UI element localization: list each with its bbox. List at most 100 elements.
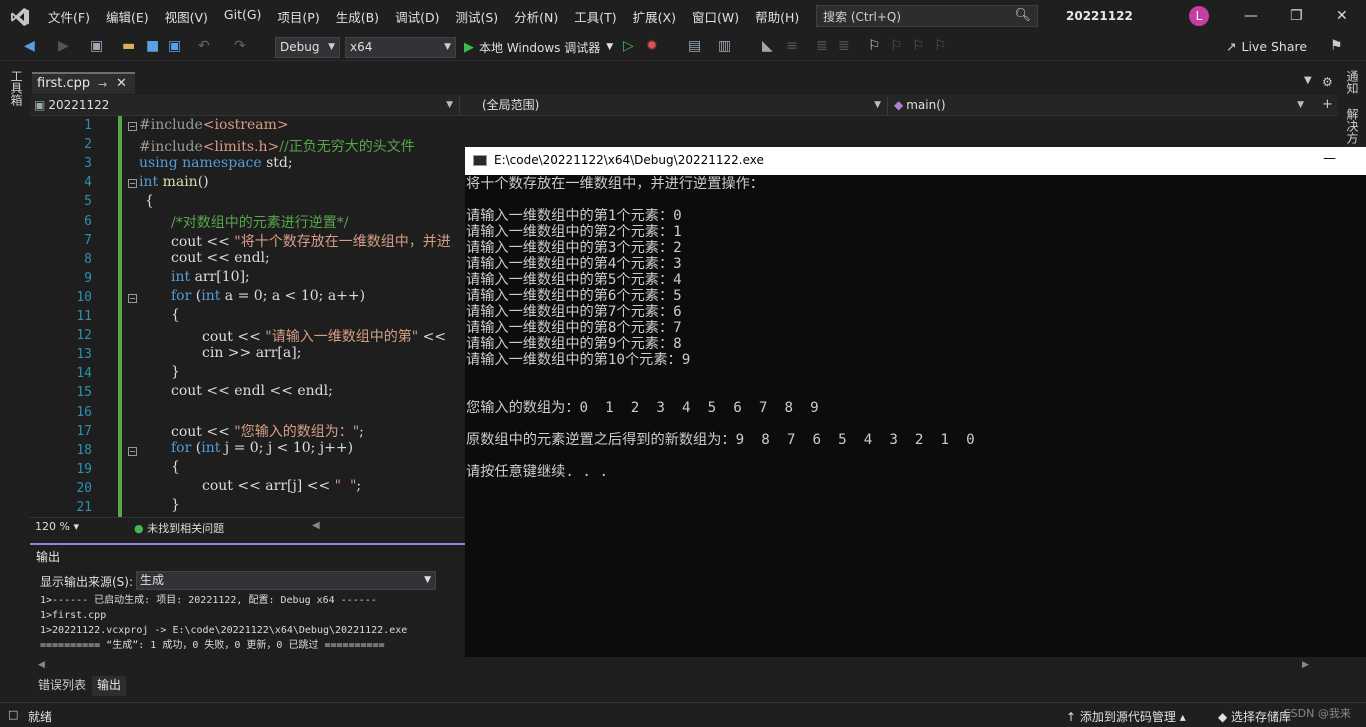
chevron-down-icon: ▼ (1297, 100, 1304, 110)
save-icon[interactable]: ■ (146, 38, 159, 54)
output-source-dropdown[interactable]: 生成 ▼ (136, 571, 436, 590)
maximize-icon[interactable]: ❐ (1290, 8, 1303, 24)
menu-item[interactable]: 生成(B) (328, 7, 387, 26)
toolbox-tab[interactable]: 工具箱 (8, 70, 25, 106)
line-number: 17 (76, 423, 92, 439)
console-line: 请输入一维数组中的第2个元素：1 (466, 224, 682, 240)
select-element-icon[interactable]: ◣ (762, 38, 773, 54)
output-source-value: 生成 (140, 573, 165, 587)
start-without-debugging-icon[interactable]: ▷ (623, 38, 634, 54)
code-text[interactable]: #include<iostream> #include<limits.h>//正… (139, 116, 451, 513)
menu-items: 文件(F) 编辑(E) 视图(V) Git(G) 项目(P) 生成(B) 调试(D) 测试(S… (40, 7, 807, 26)
line-number: 20 (76, 480, 92, 496)
pin-icon[interactable]: → (98, 75, 107, 94)
line-number: 12 (76, 328, 92, 344)
redo-icon[interactable]: ↷ (234, 38, 246, 54)
project-dropdown[interactable]: ▣ 20221122 ▼ (30, 95, 460, 115)
menu-item[interactable]: 工具(T) (566, 7, 624, 26)
issues-indicator[interactable]: ● 未找到相关问题 (134, 520, 224, 536)
uncomment-icon[interactable]: ≣ (838, 38, 850, 54)
solution-explorer-tab[interactable]: 解决方 (1344, 108, 1361, 144)
platform-dropdown[interactable]: x64 ▼ (345, 37, 456, 58)
tab-error-list[interactable]: 错误列表 (33, 676, 91, 696)
start-debugging-button[interactable]: ▶ 本地 Windows 调试器 ▼ (464, 37, 613, 57)
comment-icon[interactable]: ≣ (816, 38, 828, 54)
new-project-icon[interactable]: ▣ (90, 38, 103, 54)
forward-icon[interactable]: ▶ (58, 38, 69, 54)
feedback-icon[interactable]: ⚑ (1330, 38, 1343, 54)
gear-icon[interactable]: ⚙ (1322, 75, 1333, 89)
menu-item[interactable]: 测试(S) (447, 7, 506, 26)
account-avatar[interactable]: L (1189, 6, 1209, 26)
console-line: 请输入一维数组中的第3个元素：2 (466, 240, 682, 256)
tab-output[interactable]: 输出 (92, 676, 127, 696)
fold-toggle-icon[interactable]: − (128, 179, 137, 188)
output-title: 输出 (36, 550, 61, 564)
menu-item[interactable]: Git(G) (216, 7, 270, 26)
console-title-bar[interactable]: E:\code\20221122\x64\Debug\20221122.exe … (465, 147, 1366, 175)
next-bookmark-icon[interactable]: ⚐ (912, 38, 925, 54)
scope-dropdown[interactable]: (全局范围) ▼ (478, 95, 888, 115)
scroll-right-icon[interactable]: ▶ (1302, 660, 1309, 670)
scroll-left-icon[interactable]: ◀ (312, 520, 320, 531)
output-line: 1>first.cpp (40, 610, 107, 621)
console-output[interactable]: 将十个数存放在一维数组中，并进行逆置操作： 请输入一维数组中的第1个元素：0 请输入… (465, 175, 1366, 657)
menu-item[interactable]: 分析(N) (506, 7, 566, 26)
code-line: { (145, 193, 154, 209)
line-number: 10 (76, 289, 92, 305)
add-to-source-control-button[interactable]: ↑ 添加到源代码管理 ▴ (1066, 708, 1186, 725)
menu-item[interactable]: 帮助(H) (747, 7, 807, 26)
solution-explorer-icon[interactable]: ▤ (688, 38, 701, 54)
menu-item[interactable]: 文件(F) (40, 7, 98, 26)
back-icon[interactable]: ◀ (24, 38, 35, 54)
fold-toggle-icon[interactable]: − (128, 122, 137, 131)
close-tab-icon[interactable]: ✕ (116, 74, 127, 93)
left-tool-strip: 工具箱 (0, 62, 30, 702)
bookmark-icon[interactable]: ⚐ (868, 38, 881, 54)
minimize-icon[interactable]: — (1244, 8, 1258, 24)
scroll-left-icon[interactable]: ◀ (38, 660, 45, 670)
fold-toggle-icon[interactable]: − (128, 294, 137, 303)
undo-icon[interactable]: ↶ (198, 38, 210, 54)
close-icon[interactable]: ✕ (1336, 8, 1348, 24)
select-repository-button[interactable]: ◆ 选择存储库 (1218, 708, 1291, 725)
line-number-gutter: 1 2 3 4 5 6 7 8 9 10 11 12 13 14 15 16 17 18 19 20 21 (30, 116, 126, 517)
line-number: 7 (84, 232, 92, 248)
hot-reload-icon[interactable]: ✹ (646, 38, 658, 54)
search-input[interactable]: 搜索 (Ctrl+Q) 🔍︎ (816, 5, 1038, 27)
menu-item[interactable]: 调试(D) (387, 7, 447, 26)
output-source-label: 显示输出来源(S): (40, 575, 134, 589)
console-minimize-icon[interactable]: — (1323, 151, 1336, 166)
config-dropdown[interactable]: Debug ▼ (275, 37, 340, 58)
menu-item[interactable]: 窗口(W) (684, 7, 747, 26)
console-window[interactable]: E:\code\20221122\x64\Debug\20221122.exe … (465, 147, 1366, 657)
window-layout-icon[interactable]: ▥ (718, 38, 731, 54)
code-line: } (171, 497, 180, 513)
save-all-icon[interactable]: ▣ (168, 38, 181, 54)
clear-bookmarks-icon[interactable]: ⚐ (934, 38, 947, 54)
zoom-dropdown[interactable]: 120 % ▾ (35, 520, 79, 533)
fold-toggle-icon[interactable]: − (128, 447, 137, 456)
function-dropdown[interactable]: ◆ main() ▼ (890, 95, 1310, 115)
notifications-tab[interactable]: 通知 (1344, 70, 1361, 94)
output-horizontal-scrollbar[interactable]: ◀ ▶ (30, 659, 1338, 673)
tab-label: first.cpp (37, 76, 91, 91)
menu-item[interactable]: 项目(P) (269, 7, 327, 26)
menu-item[interactable]: 扩展(X) (625, 7, 684, 26)
console-line: 将十个数存放在一维数组中，并进行逆置操作： (466, 176, 764, 192)
tab-list-icon[interactable]: ▼ (1304, 75, 1312, 86)
menu-item[interactable]: 视图(V) (157, 7, 216, 26)
live-share-button[interactable]: ↗ Live Share (1226, 39, 1307, 54)
tab-first-cpp[interactable]: first.cpp → ✕ (32, 72, 135, 94)
prev-bookmark-icon[interactable]: ⚐ (890, 38, 903, 54)
open-folder-icon[interactable]: ▬ (122, 38, 135, 54)
split-icon[interactable]: + (1322, 97, 1333, 112)
visual-studio-logo-icon[interactable] (0, 0, 40, 33)
format-icon[interactable]: ≡ (786, 38, 798, 54)
output-line: 1>20221122.vcxproj -> E:\code\20221122\x… (40, 625, 408, 636)
console-line: 请输入一维数组中的第4个元素：3 (466, 256, 682, 272)
output-text[interactable]: 1>------ 已启动生成: 项目: 20221122, 配置: Debug … (40, 593, 460, 653)
menu-item[interactable]: 编辑(E) (98, 7, 157, 26)
code-line: for (int a = 0; a < 10; a++) (171, 288, 366, 304)
output-line: ========== “生成”: 1 成功，0 失败，0 更新，0 已跳过 ==… (40, 640, 385, 651)
